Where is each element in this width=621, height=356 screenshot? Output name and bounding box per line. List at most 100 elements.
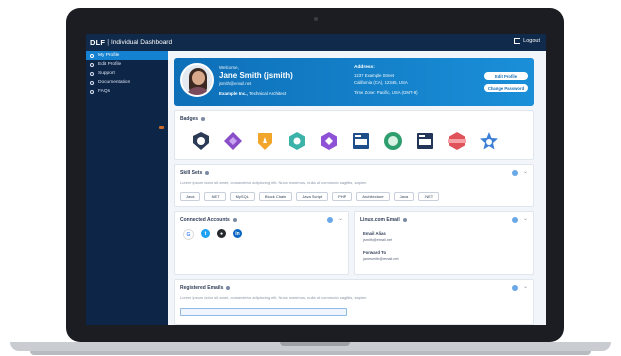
registered-emails-title: Registered Emails: [180, 285, 231, 291]
badge-diamond-icon[interactable]: [223, 131, 243, 151]
skill-chip[interactable]: .NET: [204, 192, 226, 201]
skill-chip[interactable]: Java: [180, 192, 201, 201]
edit-profile-label: Edit Profile: [494, 73, 518, 79]
forward-to-label: Forward To: [363, 250, 387, 255]
skill-chip[interactable]: .NET: [418, 192, 440, 201]
linkedin-icon[interactable]: in: [233, 229, 242, 238]
badge-shield-icon[interactable]: [191, 131, 211, 151]
badges-title: Badges: [180, 116, 206, 122]
avatar: [180, 63, 214, 97]
chevron-down-icon[interactable]: ⌄: [523, 215, 528, 222]
skill-chip[interactable]: Block Chain: [258, 192, 293, 201]
badge-hexagon-teal-icon[interactable]: [287, 131, 307, 151]
main-content: Welcome, Jane Smith (jsmith) jsmith@emai…: [174, 53, 542, 325]
info-icon[interactable]: [402, 217, 407, 222]
registered-email-input[interactable]: [180, 308, 347, 316]
help-icon[interactable]: [512, 217, 518, 223]
sidebar-item-faqs[interactable]: FAQs: [86, 87, 168, 96]
sidebar: My Profile Edit Profile Support Document…: [86, 51, 168, 325]
social-accounts-row: G t ● in: [183, 229, 249, 240]
skill-sets-description: Lorem ipsum dolor sit amet, consectetur …: [180, 180, 367, 185]
brand-logo[interactable]: DLF: [90, 38, 105, 47]
skill-chip[interactable]: Java: [393, 192, 415, 201]
camera-icon: [314, 17, 318, 21]
help-icon[interactable]: [512, 285, 518, 291]
sidebar-item-label: Support: [98, 71, 115, 76]
address-line-1: 1237 Example Street: [354, 73, 395, 78]
info-icon[interactable]: [201, 116, 206, 121]
profile-company: Example Inc.,: [219, 91, 248, 96]
screen: DLF | Individual Dashboard Logout My Pro…: [86, 34, 546, 325]
linux-email-card: Linux.com Email ⌄ Email Alias jsmith@ema…: [354, 211, 534, 275]
email-alias-value: jsmith@email.net: [363, 238, 393, 242]
chevron-down-icon[interactable]: ⌄: [523, 168, 528, 175]
badge-cert-navy-icon[interactable]: [415, 131, 435, 151]
sidebar-item-my-profile[interactable]: My Profile: [86, 51, 168, 60]
chevron-down-icon[interactable]: ⌄: [338, 215, 343, 222]
sidebar-item-label: Edit Profile: [98, 62, 122, 67]
laptop-shadow: [30, 351, 591, 355]
brand-separator: |: [107, 39, 110, 46]
change-password-label: Change Password: [487, 85, 525, 91]
info-icon[interactable]: [205, 170, 210, 175]
edit-profile-button[interactable]: Edit Profile: [484, 72, 528, 80]
connected-accounts-title: Connected Accounts: [180, 217, 237, 223]
twitter-icon[interactable]: t: [201, 229, 210, 238]
profile-header-card: Welcome, Jane Smith (jsmith) jsmith@emai…: [174, 58, 534, 106]
badges-card: Badges: [174, 110, 534, 160]
change-password-button[interactable]: Change Password: [484, 84, 528, 92]
connected-accounts-card: Connected Accounts ⌄ G t ● in: [174, 211, 349, 275]
registered-emails-description: Lorem ipsum dolor sit amet, consectetur …: [180, 295, 367, 300]
skill-sets-card: Skill Sets Lorem ipsum dolor sit amet, c…: [174, 164, 534, 207]
chevron-down-icon[interactable]: ⌄: [523, 283, 528, 290]
badge-rocket-icon[interactable]: [255, 131, 275, 151]
question-icon: [90, 89, 94, 94]
profile-name: Jane Smith (jsmith): [219, 71, 293, 80]
help-icon[interactable]: [327, 217, 333, 223]
top-bar: DLF | Individual Dashboard Logout: [86, 34, 546, 51]
info-icon[interactable]: [232, 217, 237, 222]
sidebar-collapse-toggle[interactable]: [159, 126, 164, 129]
badge-hexagon-purple-icon[interactable]: [319, 131, 339, 151]
skill-chip[interactable]: Architecture: [356, 192, 390, 201]
info-icon[interactable]: [226, 285, 231, 290]
welcome-text: Welcome,: [219, 65, 239, 70]
skill-chip[interactable]: PHP: [332, 192, 353, 201]
timezone-text: Time Zone: Pacific, USA (GMT-8): [354, 90, 418, 95]
headset-icon: [90, 71, 94, 76]
profile-role: Technical Architect: [248, 91, 287, 96]
skill-chip[interactable]: Java Script: [296, 192, 329, 201]
address-label: Address:: [354, 65, 375, 70]
skill-sets-title: Skill Sets: [180, 170, 210, 176]
sidebar-item-label: Documentation: [98, 80, 131, 85]
sidebar-item-support[interactable]: Support: [86, 69, 168, 78]
sidebar-item-documentation[interactable]: Documentation: [86, 78, 168, 87]
badge-star-blue-icon[interactable]: [479, 131, 499, 151]
user-icon: [90, 53, 94, 58]
logout-label: Logout: [523, 38, 540, 44]
skill-chip-list: Java .NET MySQL Block Chain Java Script …: [180, 192, 443, 201]
badge-cert-blue-icon[interactable]: [351, 131, 371, 151]
sidebar-item-edit-profile[interactable]: Edit Profile: [86, 60, 168, 69]
badge-ribbon-red-icon[interactable]: [447, 131, 467, 151]
pencil-icon: [90, 62, 94, 67]
github-icon[interactable]: ●: [217, 229, 226, 238]
address-line-2: California (CA), 12345, USA: [354, 80, 408, 85]
profile-company-role: Example Inc., Technical Architect: [219, 91, 286, 96]
profile-email: jsmith@email.net: [219, 81, 252, 86]
email-alias-label: Email Alias: [363, 231, 386, 236]
skill-chip[interactable]: MySQL: [229, 192, 255, 201]
book-icon: [90, 80, 94, 85]
badge-circle-green-icon[interactable]: [383, 131, 403, 151]
logout-icon: [514, 38, 521, 44]
google-icon[interactable]: G: [183, 229, 194, 240]
laptop-notch: [280, 342, 350, 346]
logout-button[interactable]: Logout: [514, 38, 540, 44]
linux-email-title: Linux.com Email: [360, 217, 407, 223]
badges-row: [191, 131, 511, 151]
sidebar-item-label: FAQs: [98, 89, 110, 94]
app-title: Individual Dashboard: [111, 39, 173, 46]
sidebar-item-label: My Profile: [98, 53, 120, 58]
forward-to-value: janesmith@email.net: [363, 257, 399, 261]
help-icon[interactable]: [512, 170, 518, 176]
